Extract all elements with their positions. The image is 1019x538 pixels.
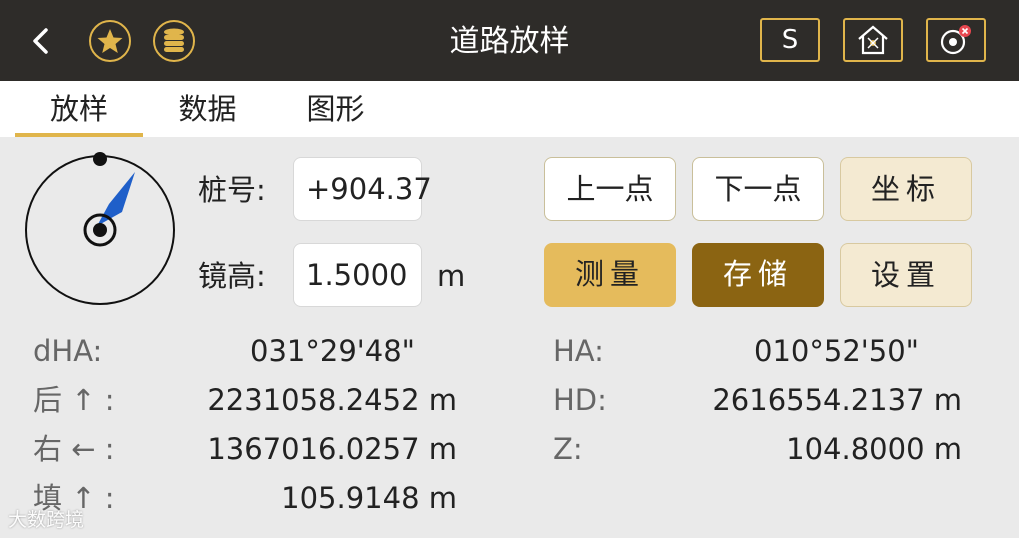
pole-height-input[interactable]: 1.5000 [293,243,422,307]
ha-value: 010°52'50" [754,334,919,368]
s-button-label: S [781,25,799,55]
tab-bar: 放样 数据 图形 [0,81,1019,137]
watermark: 大数跨境 [8,509,85,531]
title-bar: 道路放样 S [0,0,1019,81]
z-label: Z: [553,432,583,466]
right-row: 右 ← : 1367016.0257 m [33,429,457,469]
tab-graphic[interactable]: 图形 [288,89,383,137]
target-disconnected-icon [940,25,971,55]
dha-row: dHA: 031°29'48" [33,331,415,371]
settings-button[interactable]: 设置 [840,243,972,307]
fill-row: 填 ↑ : 105.9148 m [33,478,457,518]
tab-stakeout[interactable]: 放样 [15,89,143,137]
ha-label: HA: [553,334,604,368]
direction-arrow-icon [97,172,135,226]
z-row: Z: 104.8000 m [553,429,962,469]
station-label: 桩号: [198,173,266,207]
tab-data[interactable]: 数据 [160,89,255,137]
right-value: 1367016.0257 m [207,432,457,466]
back-row: 后 ↑ : 2231058.2452 m [33,380,457,420]
station-home-button[interactable] [843,18,903,62]
hd-label: HD: [553,383,607,417]
s-button[interactable]: S [760,18,820,62]
dha-value: 031°29'48" [250,334,415,368]
direction-compass [25,152,175,305]
right-label: 右 ← : [33,432,115,466]
home-station-icon [858,25,888,55]
ha-row: HA: 010°52'50" [553,331,919,371]
back-label: 后 ↑ : [33,383,115,417]
measure-button[interactable]: 测量 [544,243,676,307]
hd-row: HD: 2616554.2137 m [553,380,962,420]
hd-value: 2616554.2137 m [712,383,962,417]
north-dot [93,152,107,166]
coordinate-button[interactable]: 坐标 [840,157,972,221]
fill-value: 105.9148 m [281,481,457,515]
z-value: 104.8000 m [786,432,962,466]
back-value: 2231058.2452 m [207,383,457,417]
station-input[interactable]: +904.37 [293,157,432,221]
next-point-button[interactable]: 下一点 [692,157,824,221]
save-button[interactable]: 存储 [692,243,824,307]
pole-height-label: 镜高: [198,259,266,293]
target-status-button[interactable] [926,18,986,62]
prev-point-button[interactable]: 上一点 [544,157,676,221]
dha-label: dHA: [33,334,103,368]
pole-height-unit: m [437,259,466,293]
